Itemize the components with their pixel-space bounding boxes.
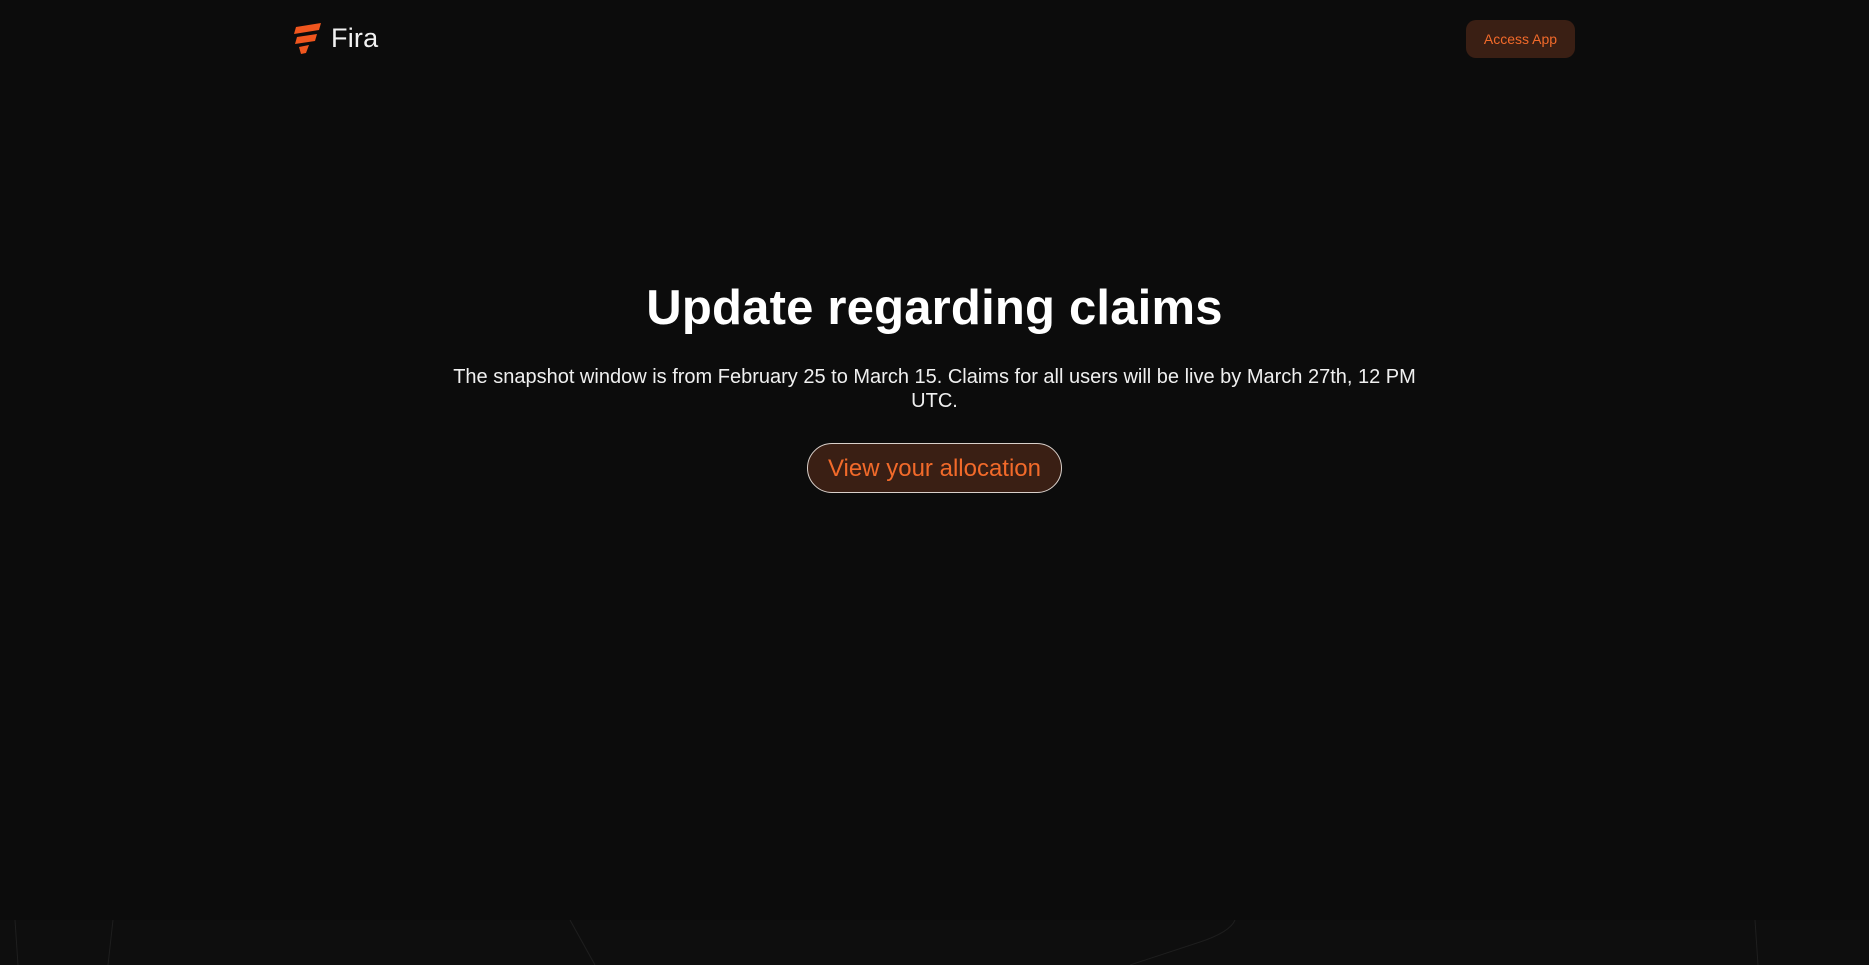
page-title: Update regarding claims [646,281,1223,335]
access-app-button[interactable]: Access App [1466,20,1575,58]
landing-page: Fira Access App Update regarding claims … [0,0,1869,965]
fira-logo-icon [294,23,321,54]
brand[interactable]: Fira [293,22,378,55]
top-navigation-bar: Fira Access App [0,0,1869,80]
decorative-bottom-strip [0,919,1869,965]
hero-section: Update regarding claims The snapshot win… [0,278,1869,493]
announcement-text: The snapshot window is from February 25 … [453,366,1416,412]
decorative-lines [14,919,1759,965]
view-allocation-button[interactable]: View your allocation [806,443,1062,493]
brand-name: Fira [331,23,379,53]
